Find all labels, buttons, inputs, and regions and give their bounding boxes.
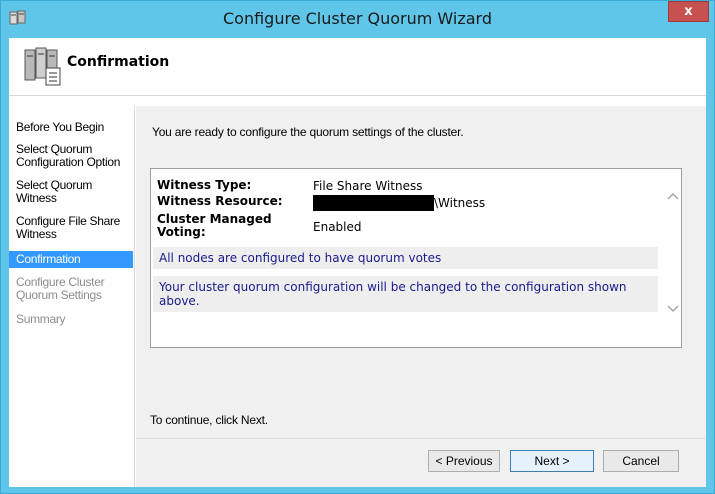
- wizard-steps-sidebar: Before You Begin Select Quorum Configura…: [9, 106, 135, 487]
- summary-value-wrapper: \Witness: [313, 195, 485, 211]
- window-title: Configure Cluster Quorum Wizard: [223, 9, 492, 28]
- sidebar-item-confirmation[interactable]: Confirmation: [9, 251, 133, 268]
- page-title: Confirmation: [67, 54, 170, 70]
- confirmation-summary-box[interactable]: Witness Type: File Share Witness Witness…: [150, 168, 682, 348]
- summary-note-config-change: Your cluster quorum configuration will b…: [153, 276, 658, 312]
- summary-value: File Share Witness: [313, 179, 423, 193]
- sidebar-item-summary: Summary: [16, 312, 66, 326]
- summary-value: Enabled: [313, 220, 362, 234]
- summary-label: Witness Resource:: [157, 194, 283, 208]
- next-button[interactable]: Next >: [510, 450, 594, 472]
- summary-value: \Witness: [434, 196, 486, 210]
- cluster-wizard-icon: [22, 46, 64, 88]
- summary-note-votes: All nodes are configured to have quorum …: [153, 247, 658, 269]
- title-bar[interactable]: Configure Cluster Quorum Wizard x: [1, 1, 714, 37]
- vertical-scrollbar[interactable]: [663, 169, 681, 347]
- summary-label: Cluster Managed Voting:: [157, 212, 272, 239]
- wizard-window: Configure Cluster Quorum Wizard x Confir…: [0, 0, 715, 494]
- intro-text: You are ready to configure the quorum se…: [152, 125, 464, 139]
- client-area: Confirmation Before You Begin Select Quo…: [9, 38, 706, 487]
- sidebar-item-select-quorum-witness[interactable]: Select Quorum Witness: [9, 179, 133, 205]
- redacted-block: [313, 195, 434, 211]
- sidebar-item-select-quorum-configuration-option[interactable]: Select Quorum Configuration Option: [9, 143, 133, 169]
- sidebar-item-before-you-begin[interactable]: Before You Begin: [9, 121, 133, 134]
- sidebar-item-configure-file-share-witness[interactable]: Configure File Share Witness: [9, 215, 133, 241]
- scroll-down-arrow-icon[interactable]: [667, 304, 679, 314]
- summary-content: Witness Type: File Share Witness Witness…: [151, 169, 663, 347]
- scroll-up-arrow-icon[interactable]: [667, 191, 679, 201]
- continue-instruction: To continue, click Next.: [150, 413, 268, 427]
- summary-label: Witness Type:: [157, 178, 252, 192]
- main-content: You are ready to configure the quorum se…: [136, 106, 706, 487]
- footer-divider: [136, 438, 706, 439]
- cancel-button[interactable]: Cancel: [603, 450, 679, 472]
- close-button[interactable]: x: [668, 1, 709, 22]
- previous-button[interactable]: < Previous: [428, 450, 500, 472]
- sidebar-item-configure-cluster-quorum-settings: Configure Cluster Quorum Settings: [16, 275, 105, 302]
- wizard-header: Confirmation: [9, 38, 706, 96]
